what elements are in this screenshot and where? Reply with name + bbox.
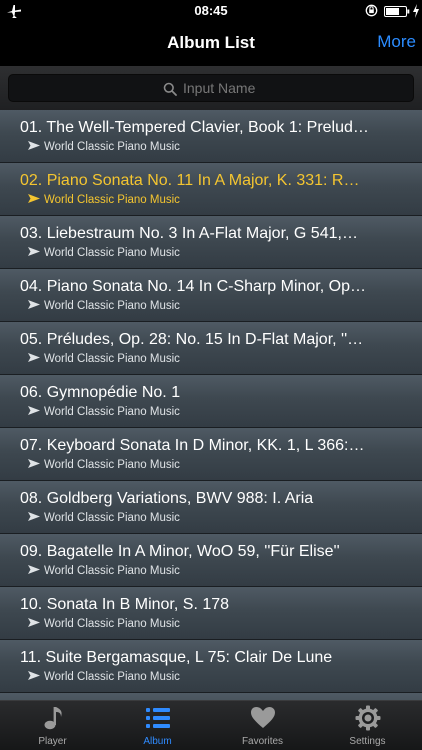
album-title: 06. Gymnopédie No. 1 [20, 384, 181, 401]
status-bar: 08:45 [0, 0, 422, 22]
list-item[interactable]: 04. Piano Sonata No. 14 In C-Sharp Minor… [0, 269, 422, 322]
play-arrow-icon [28, 671, 40, 680]
album-title: 09. Bagatelle In A Minor, WoO 59, ''Für … [20, 543, 340, 560]
heart-icon [251, 707, 275, 728]
album-subtitle: World Classic Piano Music [44, 671, 180, 683]
album-title: 04. Piano Sonata No. 14 In C-Sharp Minor… [20, 278, 366, 295]
tab-settings[interactable]: Settings [315, 701, 420, 750]
list-item[interactable]: 08. Goldberg Variations, BWV 988: I. Ari… [0, 481, 422, 534]
play-arrow-icon [28, 194, 40, 203]
album-subtitle: World Classic Piano Music [44, 512, 180, 524]
list-icon [146, 708, 170, 728]
play-arrow-icon [28, 141, 40, 150]
play-arrow-icon [28, 353, 40, 362]
tab-bar: Player Album Favorites Settings [0, 700, 422, 750]
list-item[interactable]: 06. Gymnopédie No. 1 World Classic Piano… [0, 375, 422, 428]
tab-label: Settings [349, 736, 386, 747]
album-artist: World Classic Piano Music [28, 406, 180, 418]
album-subtitle: World Classic Piano Music [44, 406, 180, 418]
list-item[interactable]: 05. Préludes, Op. 28: No. 15 In D-Flat M… [0, 322, 422, 375]
album-title: 01. The Well-Tempered Clavier, Book 1: P… [20, 119, 369, 136]
album-artist: World Classic Piano Music [28, 512, 180, 524]
album-artist: World Classic Piano Music [28, 459, 180, 471]
search-input[interactable] [183, 75, 403, 101]
album-title: 11. Suite Bergamasque, L 75: Clair De Lu… [20, 649, 333, 666]
album-list[interactable]: 01. The Well-Tempered Clavier, Book 1: P… [0, 110, 422, 700]
play-arrow-icon [28, 406, 40, 415]
play-arrow-icon [28, 618, 40, 627]
tab-label: Player [38, 736, 67, 747]
album-artist: World Classic Piano Music [28, 247, 180, 259]
list-item[interactable]: 03. Liebestraum No. 3 In A-Flat Major, G… [0, 216, 422, 269]
album-subtitle: World Classic Piano Music [44, 247, 180, 259]
charging-icon [413, 4, 419, 18]
play-arrow-icon [28, 300, 40, 309]
battery-icon [384, 6, 410, 17]
album-artist: World Classic Piano Music [28, 671, 180, 683]
list-item[interactable]: 11. Suite Bergamasque, L 75: Clair De Lu… [0, 640, 422, 693]
tab-player[interactable]: Player [0, 701, 105, 750]
play-arrow-icon [28, 247, 40, 256]
album-title: 07. Keyboard Sonata In D Minor, KK. 1, L… [20, 437, 365, 454]
album-title: 05. Préludes, Op. 28: No. 15 In D-Flat M… [20, 331, 364, 348]
album-subtitle: World Classic Piano Music [44, 459, 180, 471]
album-subtitle: World Classic Piano Music [44, 618, 180, 630]
list-item[interactable]: 09. Bagatelle In A Minor, WoO 59, ''Für … [0, 534, 422, 587]
play-arrow-icon [28, 459, 40, 468]
list-item[interactable]: 10. Sonata In B Minor, S. 178 World Clas… [0, 587, 422, 640]
tab-album[interactable]: Album [105, 701, 210, 750]
tab-label: Album [143, 736, 172, 747]
rotation-lock-icon [365, 4, 378, 17]
album-title: 10. Sonata In B Minor, S. 178 [20, 596, 230, 613]
album-artist: World Classic Piano Music [28, 141, 180, 153]
play-arrow-icon [28, 512, 40, 521]
search-field[interactable] [8, 74, 414, 102]
album-artist: World Classic Piano Music [28, 565, 180, 577]
album-subtitle: World Classic Piano Music [44, 353, 180, 365]
album-title: 03. Liebestraum No. 3 In A-Flat Major, G… [20, 225, 358, 242]
list-item-partial[interactable] [0, 693, 422, 700]
search-bar [0, 66, 422, 110]
album-artist: World Classic Piano Music [28, 300, 180, 312]
album-title: 08. Goldberg Variations, BWV 988: I. Ari… [20, 490, 314, 507]
list-item[interactable]: 07. Keyboard Sonata In D Minor, KK. 1, L… [0, 428, 422, 481]
page-title: Album List [167, 33, 255, 52]
album-subtitle: World Classic Piano Music [44, 194, 180, 206]
album-subtitle: World Classic Piano Music [44, 141, 180, 153]
album-subtitle: World Classic Piano Music [44, 300, 180, 312]
album-artist: World Classic Piano Music [28, 353, 180, 365]
album-subtitle: World Classic Piano Music [44, 565, 180, 577]
play-arrow-icon [28, 565, 40, 574]
more-button[interactable]: More [377, 32, 416, 52]
list-item[interactable]: 01. The Well-Tempered Clavier, Book 1: P… [0, 110, 422, 163]
tab-favorites[interactable]: Favorites [210, 701, 315, 750]
album-title: 02. Piano Sonata No. 11 In A Major, K. 3… [20, 172, 360, 189]
status-time: 08:45 [194, 3, 228, 18]
album-artist: World Classic Piano Music [28, 194, 180, 206]
list-item[interactable]: 02. Piano Sonata No. 11 In A Major, K. 3… [0, 163, 422, 216]
music-note-icon [44, 707, 62, 730]
navigation-bar: Album List More [0, 22, 422, 66]
search-icon [163, 82, 177, 96]
gear-icon [355, 705, 381, 731]
album-artist: World Classic Piano Music [28, 618, 180, 630]
tab-label: Favorites [241, 736, 284, 747]
